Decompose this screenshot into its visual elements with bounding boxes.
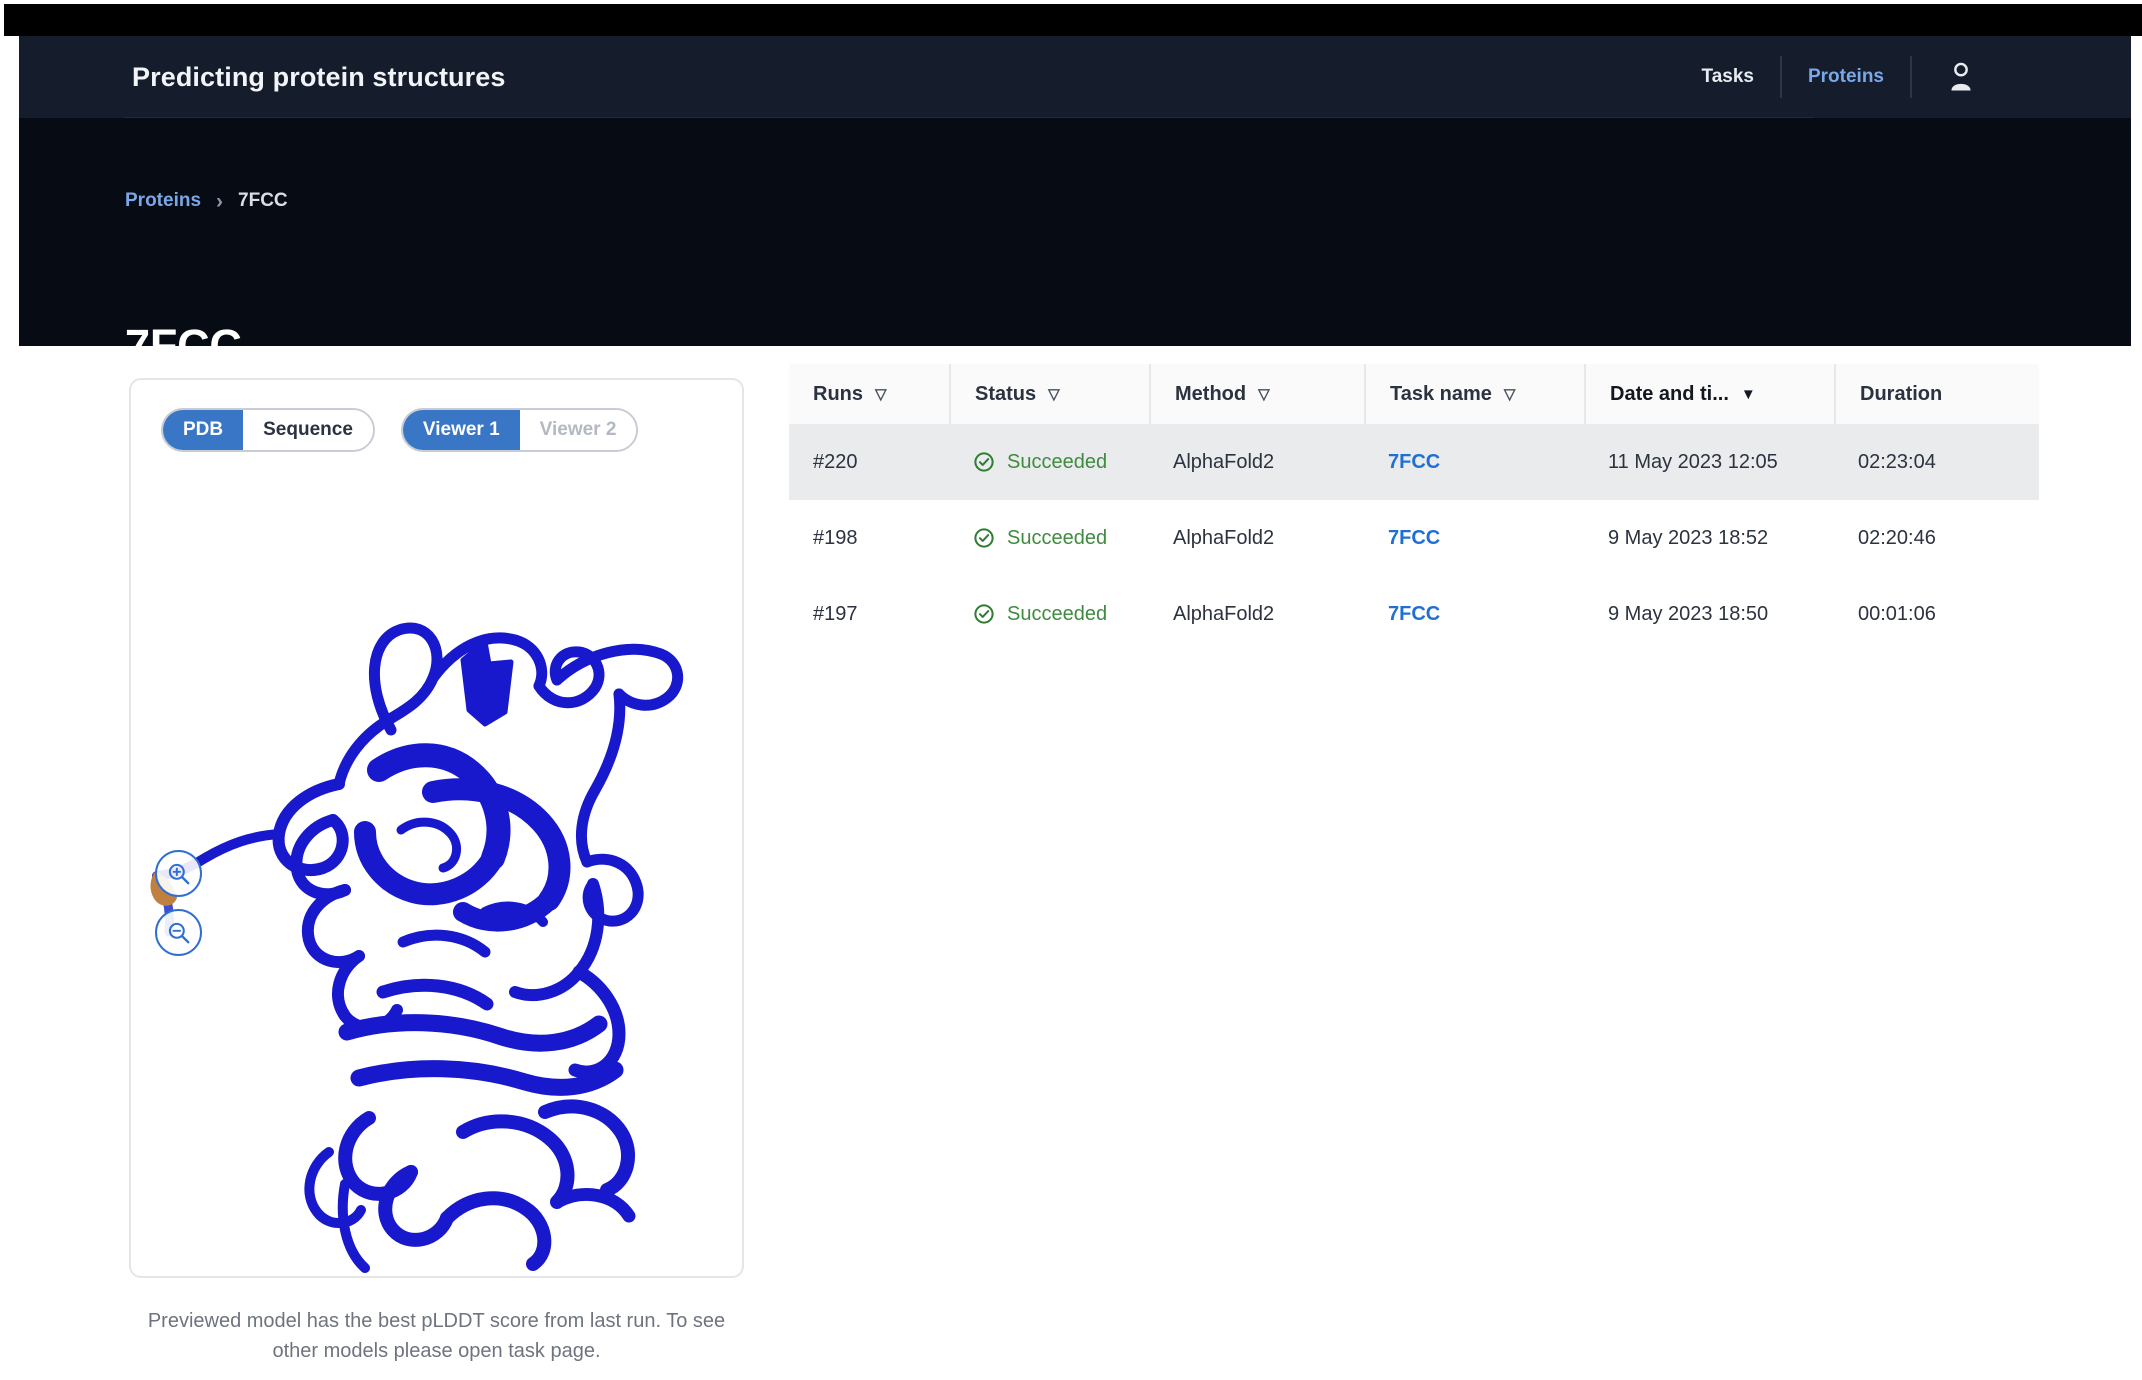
check-circle-icon [974,452,994,472]
top-navbar: Predicting protein structures Tasks Prot… [19,36,2131,118]
nav-link-tasks[interactable]: Tasks [1676,52,1780,102]
caret-down-icon: ▽ [1258,385,1270,403]
caret-down-filled-icon: ▼ [1740,385,1756,403]
cell-run-id: #220 [813,450,858,473]
status-label: Succeeded [1007,602,1108,625]
table-row[interactable]: #220 Succeeded AlphaFold2 7FCC 11 May 20… [789,424,2039,500]
toggle-sequence[interactable]: Sequence [243,410,373,450]
structure-viewer-card: PDB Sequence Viewer 1 Viewer 2 [129,378,744,1278]
cell-method: AlphaFold2 [1173,526,1275,549]
cell-duration: 02:23:04 [1858,450,1936,473]
runs-table: Runs ▽ Status ▽ Method ▽ Task name ▽ Dat… [789,364,2039,652]
app-brand-title: Predicting protein structures [132,61,506,92]
toggle-viewer-1[interactable]: Viewer 1 [402,410,520,450]
breadcrumb: Proteins › 7FCC [125,190,288,212]
page-header: Proteins › 7FCC 7FCC + Add run [19,118,2131,414]
cell-date-time: 9 May 2023 18:52 [1608,526,1769,549]
column-header-method[interactable]: Method ▽ [1149,364,1364,424]
table-row[interactable]: #198 Succeeded AlphaFold2 7FCC 9 May 202… [789,500,2039,576]
cell-task-name-link[interactable]: 7FCC [1364,576,1584,652]
zoom-in-button[interactable] [155,850,202,897]
protein-ribbon-diagram [150,622,684,1273]
check-circle-icon [974,528,994,548]
caret-down-icon: ▽ [875,385,887,403]
cell-duration: 02:20:46 [1858,526,1936,549]
table-header-row: Runs ▽ Status ▽ Method ▽ Task name ▽ Dat… [789,364,2039,424]
status-label: Succeeded [1007,450,1108,473]
zoom-out-button[interactable] [155,909,202,956]
main-content: PDB Sequence Viewer 1 Viewer 2 Previewed… [19,346,2131,1370]
caret-down-icon: ▽ [1048,385,1060,403]
breadcrumb-current: 7FCC [238,190,288,211]
cell-status: Succeeded [949,576,1149,652]
column-header-date-and-time[interactable]: Date and ti... ▼ [1584,364,1834,424]
cell-method: AlphaFold2 [1173,450,1275,473]
table-row[interactable]: #197 Succeeded AlphaFold2 7FCC 9 May 202… [789,576,2039,652]
cell-date-time: 9 May 2023 18:50 [1608,602,1769,625]
cell-run-id: #197 [813,602,858,625]
cell-task-name-link[interactable]: 7FCC [1364,424,1584,500]
status-label: Succeeded [1007,526,1108,549]
cell-date-time: 11 May 2023 12:05 [1608,450,1778,473]
nav-link-proteins[interactable]: Proteins [1782,52,1910,102]
user-avatar-button[interactable] [1912,61,2006,93]
top-black-strip [4,4,2142,36]
column-header-task-name[interactable]: Task name ▽ [1364,364,1584,424]
column-header-duration[interactable]: Duration [1834,364,2039,424]
cell-task-name-link[interactable]: 7FCC [1364,500,1584,576]
column-header-runs[interactable]: Runs ▽ [789,364,949,424]
navbar-right-group: Tasks Proteins [1676,52,2007,102]
breadcrumb-link-proteins[interactable]: Proteins [125,190,201,212]
cell-status: Succeeded [949,500,1149,576]
cell-duration: 00:01:06 [1858,602,1936,625]
check-circle-icon [974,604,994,624]
toggle-pdb[interactable]: PDB [163,410,244,450]
column-header-status[interactable]: Status ▽ [949,364,1149,424]
zoom-controls [155,850,202,956]
caret-down-icon: ▽ [1503,385,1516,403]
user-icon [1951,62,1971,91]
toggle-viewer-2[interactable]: Viewer 2 [519,410,637,450]
app-window: Predicting protein structures Tasks Prot… [0,0,2142,1380]
breadcrumb-separator-icon: › [216,189,224,213]
zoom-out-icon [168,922,189,943]
cell-status: Succeeded [949,424,1149,500]
format-toggle-group: PDB Sequence [161,408,375,452]
cell-method: AlphaFold2 [1173,602,1275,625]
viewer-toggles: PDB Sequence Viewer 1 Viewer 2 [161,408,639,452]
cell-run-id: #198 [813,526,858,549]
protein-structure-canvas[interactable] [133,472,742,1276]
viewer-caption: Previewed model has the best pLDDT score… [147,1310,726,1362]
viewer-toggle-group: Viewer 1 Viewer 2 [400,408,639,452]
zoom-in-icon [168,863,189,884]
